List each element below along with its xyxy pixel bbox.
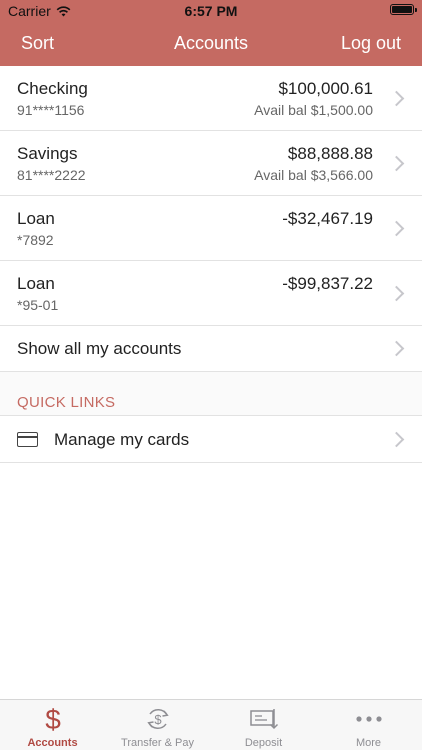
- account-number: *7892: [17, 232, 54, 248]
- logout-button[interactable]: Log out: [341, 33, 401, 54]
- account-balance: $88,888.88: [287, 144, 373, 163]
- battery-icon: [390, 4, 417, 15]
- available-balance: Avail bal $3,566.00: [254, 167, 373, 183]
- chevron-right-icon: [388, 220, 405, 237]
- account-name: Savings: [17, 144, 78, 163]
- account-number: 81****2222: [17, 167, 86, 183]
- account-row-loan-7892[interactable]: Loan *7892 -$32,467.19: [0, 196, 422, 261]
- status-time: 6:57 PM: [184, 3, 238, 19]
- manage-cards-row[interactable]: Manage my cards: [0, 416, 422, 463]
- status-bar: Carrier 6:57 PM: [0, 0, 422, 22]
- dollar-icon: $: [45, 704, 61, 734]
- svg-text:$: $: [154, 712, 162, 727]
- account-name: Loan: [17, 274, 55, 293]
- transfer-icon: $: [146, 709, 169, 729]
- tab-label: More: [355, 737, 382, 749]
- quick-links-section: QUICK LINKS: [0, 372, 422, 416]
- svg-text:$: $: [45, 704, 61, 734]
- account-row-loan-9501[interactable]: Loan *95-01 -$99,837.22: [0, 261, 422, 326]
- chevron-right-icon: [388, 90, 405, 107]
- account-name: Checking: [17, 79, 88, 98]
- deposit-check-icon: [249, 709, 278, 730]
- tab-transfer-pay[interactable]: $ Transfer & Pay: [105, 700, 210, 751]
- manage-cards-label: Manage my cards: [54, 430, 190, 449]
- chevron-right-icon: [388, 340, 405, 357]
- account-row-checking[interactable]: Checking 91****1156 $100,000.61 Avail ba…: [0, 66, 422, 131]
- show-all-accounts-row[interactable]: Show all my accounts: [0, 325, 422, 372]
- tab-accounts[interactable]: $ Accounts: [0, 700, 105, 751]
- sort-button[interactable]: Sort: [21, 33, 54, 54]
- tab-deposit[interactable]: Deposit: [211, 700, 316, 751]
- account-number: *95-01: [17, 297, 59, 313]
- chevron-right-icon: [388, 285, 405, 302]
- available-balance: Avail bal $1,500.00: [254, 102, 373, 118]
- account-balance: -$99,837.22: [282, 274, 373, 293]
- card-icon: [17, 432, 38, 447]
- chevron-right-icon: [388, 155, 405, 172]
- tab-more[interactable]: More: [316, 700, 421, 751]
- nav-bar: Sort Accounts Log out: [0, 22, 422, 66]
- account-balance: $100,000.61: [278, 79, 373, 98]
- tab-label: Deposit: [244, 737, 283, 749]
- account-name: Loan: [17, 209, 55, 228]
- tab-label: Accounts: [27, 737, 78, 749]
- account-number: 91****1156: [17, 102, 85, 118]
- more-icon: [355, 716, 382, 722]
- show-all-label: Show all my accounts: [17, 339, 182, 358]
- tab-label: Transfer & Pay: [121, 737, 194, 749]
- chevron-right-icon: [388, 431, 405, 448]
- tab-bar: $ Accounts $ Transfer & Pay Deposit More: [0, 699, 422, 750]
- account-balance: -$32,467.19: [282, 209, 373, 228]
- account-row-savings[interactable]: Savings 81****2222 $88,888.88 Avail bal …: [0, 131, 422, 196]
- section-header: QUICK LINKS: [17, 394, 116, 411]
